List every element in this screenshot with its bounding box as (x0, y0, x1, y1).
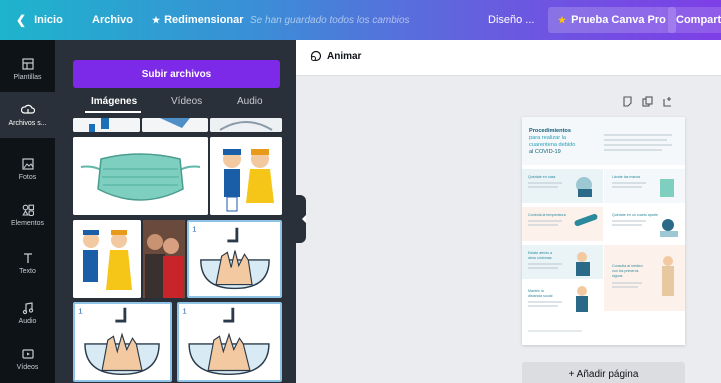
sidebar-item-label: Fotos (18, 174, 37, 181)
image-thumbnail-kids-2[interactable] (73, 220, 141, 298)
share-label: Comparti (676, 14, 721, 26)
sidebar-item-label: Archivos s... (8, 120, 47, 127)
doc-title-line2: para realizar la (529, 135, 567, 141)
image-thumbnail-handwash-3[interactable]: 1 (177, 302, 282, 382)
try-pro-button[interactable]: ★ Prueba Canva Pro (548, 7, 676, 33)
animate-button[interactable]: Animar (310, 50, 361, 62)
file-label: Archivo (92, 14, 133, 26)
top-bar: ❮ Inicio Archivo ★ Redimensionar Se han … (0, 0, 721, 40)
svg-text:signos: signos (612, 274, 623, 278)
doc-title-line1: Procedimientos (529, 128, 571, 134)
templates-icon (21, 58, 34, 70)
chevron-left-icon: ❮ (16, 13, 27, 27)
image-thumbnail-handwash-1[interactable]: 1 (187, 220, 282, 298)
try-pro-label: Prueba Canva Pro (571, 14, 666, 26)
sidebar-item-elements[interactable]: Elementos (0, 192, 55, 238)
uploads-panel: Subir archivos Imágenes Vídeos Audio 1 1… (55, 40, 296, 383)
sidebar-item-label: Audio (18, 318, 37, 325)
collapse-panel-button[interactable] (296, 195, 306, 243)
uploads-icon (20, 104, 35, 114)
animate-label: Animar (327, 50, 362, 62)
editor-toolbar: Animar (296, 40, 721, 76)
image-thumbnail-handwash-2[interactable]: 1 (73, 302, 172, 382)
svg-text:1: 1 (78, 307, 82, 316)
image-thumbnail-kids[interactable] (210, 137, 282, 215)
image-thumbnail-photo[interactable] (143, 220, 185, 298)
sidebar-item-label: Elementos (10, 220, 45, 227)
image-thumbnail-face-mask[interactable] (73, 137, 208, 215)
sidebar-item-uploads[interactable]: Archivos s... (0, 92, 55, 138)
active-tab-indicator (85, 111, 141, 113)
design-page[interactable]: Procedimientos para realizar la cuarente… (522, 117, 685, 345)
home-button[interactable]: ❮ Inicio (16, 0, 63, 40)
design-title-button[interactable]: Diseño ... (488, 0, 534, 40)
infographic: Procedimientos para realizar la cuarente… (522, 117, 685, 345)
photos-icon (21, 158, 34, 170)
save-status: Se han guardado todos los cambios (250, 0, 410, 40)
tab-audio[interactable]: Audio (237, 96, 263, 107)
sidebar-item-label: Texto (19, 268, 36, 275)
svg-text:Consulta al médico: Consulta al médico (612, 264, 643, 268)
image-thumbnail[interactable] (73, 118, 140, 132)
sidebar-item-videos[interactable]: Vídeos (0, 336, 55, 382)
upload-files-button[interactable]: Subir archivos (73, 60, 280, 88)
svg-text:distancia social: distancia social (528, 294, 553, 298)
sidebar-item-label: Plantillas (13, 74, 42, 81)
doc-title-line4: al COVID-19 (529, 149, 561, 155)
image-thumbnail[interactable] (142, 118, 208, 132)
share-button[interactable]: Comparti (668, 7, 721, 33)
svg-text:Quédate en casa: Quédate en casa (528, 175, 555, 179)
resize-button[interactable]: ★ Redimensionar (152, 0, 244, 40)
image-thumbnail[interactable] (210, 118, 282, 132)
sidebar-item-audio[interactable]: Audio (0, 290, 55, 336)
sidebar-item-label: Vídeos (16, 364, 39, 371)
add-page-icon[interactable] (662, 96, 673, 107)
notes-icon[interactable] (622, 96, 633, 107)
duplicate-page-icon[interactable] (642, 96, 653, 107)
video-icon (21, 349, 34, 359)
save-status-text: Se han guardado todos los cambios (250, 14, 410, 26)
home-label: Inicio (34, 14, 63, 26)
tab-videos[interactable]: Vídeos (171, 96, 202, 107)
sidebar-item-photos[interactable]: Fotos (0, 146, 55, 192)
sidebar-item-text[interactable]: Texto (0, 240, 55, 286)
svg-text:Controla la temperatura: Controla la temperatura (528, 213, 566, 217)
tab-images[interactable]: Imágenes (91, 96, 137, 107)
file-menu-button[interactable]: Archivo (92, 0, 133, 40)
sidebar-item-templates[interactable]: Plantillas (0, 46, 55, 92)
svg-text:1: 1 (192, 224, 196, 233)
design-title: Diseño ... (488, 14, 535, 26)
audio-icon (22, 302, 33, 315)
svg-text:Estate atento a: Estate atento a (528, 251, 552, 255)
svg-text:Lávate las manos: Lávate las manos (612, 175, 640, 179)
svg-text:otros síntomas: otros síntomas (528, 256, 552, 260)
animate-icon (310, 50, 322, 62)
add-page-button[interactable]: + Añadir página (522, 362, 685, 383)
svg-text:Mantén la: Mantén la (528, 289, 544, 293)
svg-text:con los primeros: con los primeros (612, 269, 639, 273)
sidebar-rail: Plantillas Archivos s... Fotos Elementos… (0, 40, 55, 383)
star-icon: ★ (152, 14, 161, 25)
svg-text:Quédate en un cuarto aparte: Quédate en un cuarto aparte (612, 213, 658, 217)
doc-title-line3: cuarentena debido (529, 142, 575, 148)
text-icon (23, 253, 32, 263)
elements-icon (21, 204, 34, 217)
page-tools (622, 96, 673, 107)
resize-label: Redimensionar (164, 14, 244, 26)
crown-icon: ★ (558, 14, 567, 25)
svg-text:1: 1 (182, 307, 186, 316)
